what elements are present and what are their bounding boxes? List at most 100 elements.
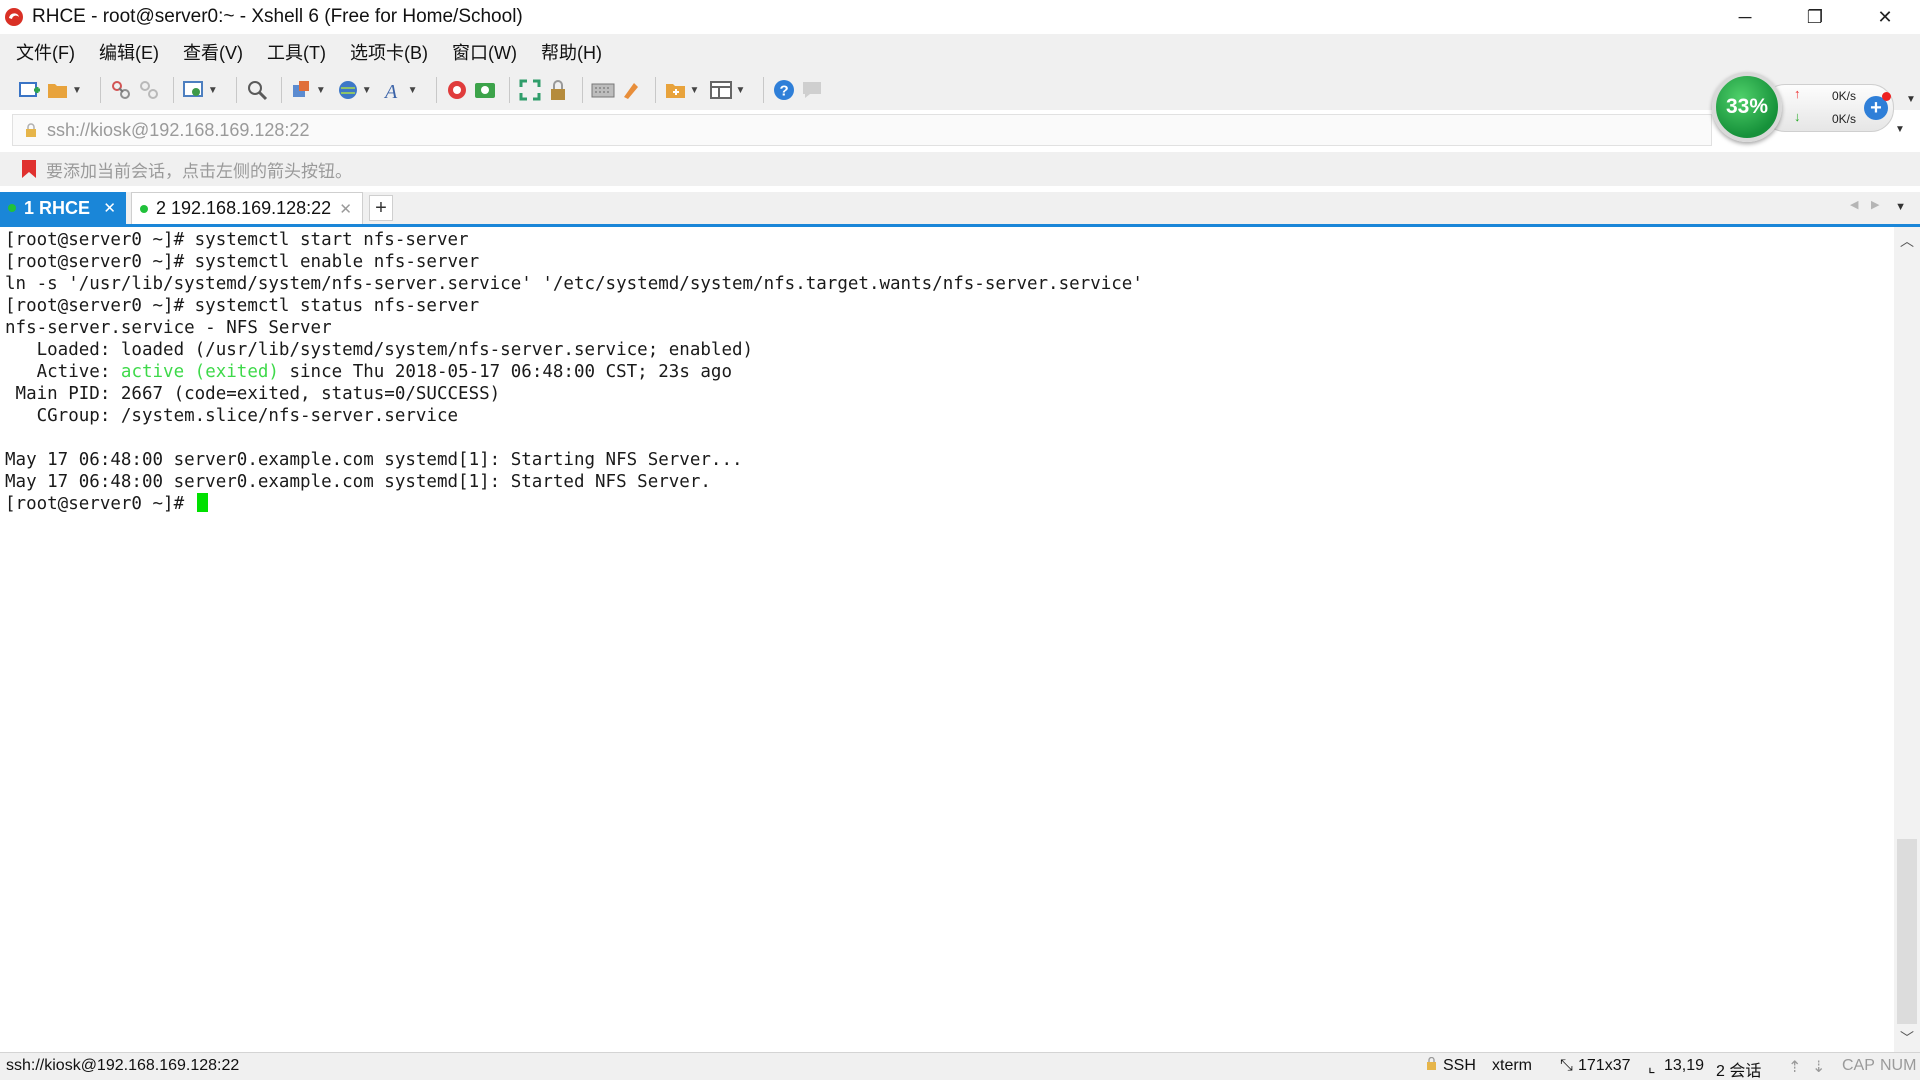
svg-text:?: ?	[780, 83, 789, 100]
upload-arrow-icon: ↑	[1794, 86, 1801, 101]
menu-bar: 文件(F) 编辑(E) 查看(V) 工具(T) 选项卡(B) 窗口(W) 帮助(…	[0, 34, 1920, 70]
lock-small-icon	[26, 123, 36, 137]
minimize-button[interactable]: ─	[1710, 0, 1780, 34]
menu-view[interactable]: 查看(V)	[179, 36, 247, 68]
xmanager-icon[interactable]	[473, 78, 497, 102]
tab-192-168-169-128[interactable]: 2 192.168.169.128:22 ✕	[131, 192, 363, 224]
cpu-usage-indicator: 33%	[1712, 72, 1782, 142]
chevron-down-icon[interactable]: ▼	[1906, 94, 1916, 105]
find-icon[interactable]	[245, 78, 269, 102]
menu-tools[interactable]: 工具(T)	[263, 36, 330, 68]
toolbar-divider	[654, 77, 656, 103]
scroll-down-icon[interactable]: ﹀	[1894, 1028, 1920, 1048]
toolbar-divider	[235, 77, 237, 103]
keyboard-icon[interactable]	[591, 78, 615, 102]
terminal-line: Loaded: loaded (/usr/lib/systemd/system/…	[5, 340, 754, 360]
status-caps: CAP	[1842, 1057, 1875, 1074]
open-folder-icon[interactable]	[46, 78, 70, 102]
terminal-line: May 17 06:48:00 server0.example.com syst…	[5, 450, 743, 470]
layout-icon[interactable]	[709, 78, 733, 102]
terminal-area[interactable]: [root@server0 ~]# systemctl start nfs-se…	[0, 227, 1894, 1052]
status-connection: ssh://kiosk@192.168.169.128:22	[6, 1057, 240, 1074]
close-icon[interactable]: ✕	[339, 200, 352, 218]
address-bar[interactable]: ssh://kiosk@192.168.169.128:22	[12, 114, 1712, 146]
chevron-down-icon[interactable]: ▼	[1895, 124, 1905, 135]
terminal-line: ln -s '/usr/lib/systemd/system/nfs-serve…	[5, 274, 1143, 294]
terminal-size-icon: ⤡	[1560, 1057, 1573, 1074]
status-cursor-pos: 13,19	[1664, 1057, 1705, 1074]
active-status: active (exited)	[120, 362, 279, 382]
menu-edit[interactable]: 编辑(E)	[95, 36, 163, 68]
network-speed-widget[interactable]: 33% ↑ ↓ 0K/s 0K/s + ▼ ▼	[1712, 72, 1916, 142]
status-num: NUM	[1880, 1057, 1917, 1074]
terminal-line: Main PID: 2667 (code=exited, status=0/SU…	[5, 384, 501, 404]
vertical-scrollbar[interactable]: ︿ ﹀	[1894, 227, 1920, 1052]
lock-icon[interactable]	[546, 78, 570, 102]
close-icon[interactable]: ✕	[103, 199, 116, 217]
address-input[interactable]: ssh://kiosk@192.168.169.128:22	[47, 120, 309, 141]
menu-tab[interactable]: 选项卡(B)	[346, 36, 432, 68]
terminal-cursor	[196, 493, 208, 512]
prompt: [root@server0 ~]#	[5, 494, 195, 514]
toolbar-divider	[99, 77, 101, 103]
menu-window[interactable]: 窗口(W)	[448, 36, 521, 68]
new-session-icon[interactable]	[18, 78, 42, 102]
new-tab-button[interactable]: +	[369, 195, 393, 221]
scroll-down-arrow-icon[interactable]: ⇣	[1812, 1057, 1825, 1077]
terminal-line: [root@server0 ~]# systemctl enable nfs-s…	[5, 252, 480, 272]
active-since: since Thu 2018-05-17 06:48:00 CST; 23s a…	[278, 362, 732, 382]
close-button[interactable]: ✕	[1850, 0, 1920, 34]
chevron-left-icon[interactable]: ◀	[1850, 198, 1858, 211]
scrollbar-thumb[interactable]	[1897, 839, 1917, 1024]
terminal-prompt-line[interactable]: [root@server0 ~]#	[5, 493, 208, 515]
highlight-icon[interactable]	[619, 78, 643, 102]
download-speed: 0K/s	[1832, 112, 1857, 126]
scroll-up-icon[interactable]: ︿	[1894, 231, 1920, 251]
help-icon[interactable]: ?	[772, 78, 796, 102]
chevron-down-icon[interactable]: ▼	[408, 85, 418, 96]
toolbar-divider	[508, 77, 510, 103]
menu-help[interactable]: 帮助(H)	[537, 36, 606, 68]
restore-button[interactable]: ❐	[1780, 0, 1850, 34]
chat-icon[interactable]	[800, 78, 824, 102]
add-folder-icon[interactable]	[664, 78, 688, 102]
toolbar-divider	[280, 77, 282, 103]
chevron-down-icon[interactable]: ▼	[362, 85, 372, 96]
tab-label: 1 RHCE	[24, 197, 91, 218]
app-icon	[5, 8, 23, 26]
window-controls: ─ ❐ ✕	[1710, 0, 1920, 34]
chevron-down-icon[interactable]: ▼	[208, 85, 218, 96]
chevron-down-icon[interactable]: ▼	[1895, 201, 1906, 213]
menu-file[interactable]: 文件(F)	[12, 36, 79, 68]
title-bar: RHCE - root@server0:~ - Xshell 6 (Free f…	[0, 0, 1920, 34]
tab-rhce[interactable]: 1 RHCE ✕	[0, 192, 126, 224]
chevron-down-icon[interactable]: ▼	[690, 85, 700, 96]
bookmark-flag-icon[interactable]	[20, 159, 38, 179]
toolbar-divider	[763, 77, 765, 103]
cursor-position-icon: ⌞	[1648, 1059, 1656, 1076]
properties-icon[interactable]	[182, 78, 206, 102]
connect-icon[interactable]	[109, 78, 133, 102]
chevron-down-icon[interactable]: ▼	[72, 85, 82, 96]
status-sessions: 2 会话	[1716, 1063, 1762, 1080]
globe-icon[interactable]	[336, 78, 360, 102]
chevron-down-icon[interactable]: ▼	[735, 85, 745, 96]
download-arrow-icon: ↓	[1794, 109, 1801, 124]
connected-status-icon	[140, 204, 148, 213]
disconnect-icon[interactable]	[137, 78, 161, 102]
window-title: RHCE - root@server0:~ - Xshell 6 (Free f…	[32, 6, 523, 27]
chevron-down-icon[interactable]: ▼	[316, 85, 326, 96]
toolbar: ▼ ▼ ▼ ▼ A ▼ ▼ ▼ ?	[0, 70, 1920, 110]
svg-text:A: A	[383, 81, 398, 101]
status-terminal-type: xterm	[1492, 1057, 1532, 1074]
terminal-line-active: Active: active (exited) since Thu 2018-0…	[5, 361, 732, 383]
scroll-up-arrow-icon[interactable]: ⇡	[1788, 1057, 1801, 1077]
transfer-icon[interactable]	[290, 78, 314, 102]
xftp-icon[interactable]	[445, 78, 469, 102]
toolbar-divider	[581, 77, 583, 103]
upload-speed: 0K/s	[1832, 89, 1857, 103]
font-icon[interactable]: A	[382, 78, 406, 102]
toolbar-divider	[172, 77, 174, 103]
fullscreen-icon[interactable]	[518, 78, 542, 102]
chevron-right-icon[interactable]: ▶	[1871, 198, 1879, 211]
